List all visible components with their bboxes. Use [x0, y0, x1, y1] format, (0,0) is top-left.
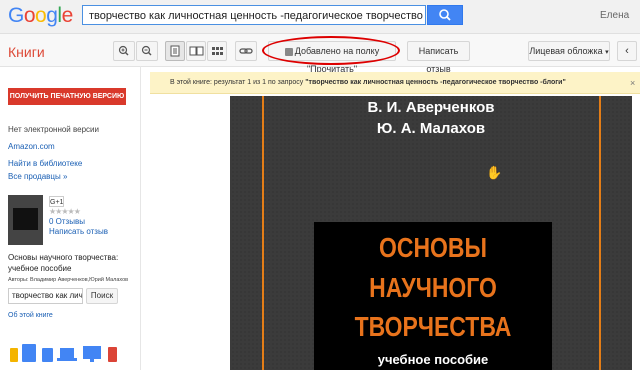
search-result-notice: В этой книге: результат 1 из 1 по запрос…: [150, 72, 640, 94]
cover-line-left: [262, 96, 264, 370]
close-icon[interactable]: ×: [630, 78, 635, 88]
highlight-annotation: [262, 36, 400, 65]
google-logo[interactable]: Google: [8, 4, 73, 28]
search-input[interactable]: творчество как личностная ценность -педа…: [82, 5, 426, 25]
two-page-button[interactable]: [186, 41, 206, 61]
gplus-button[interactable]: G+1: [49, 196, 64, 207]
search-icon: [439, 9, 451, 21]
hand-cursor-icon: ✋: [486, 165, 503, 180]
notice-prefix: В этой книге: результат 1 из 1 по запрос…: [170, 79, 306, 86]
zoom-in-button[interactable]: [113, 41, 135, 61]
link-icon: [239, 48, 253, 54]
phone-icon: [10, 348, 18, 362]
in-book-search-input[interactable]: творчество как личн: [8, 288, 83, 304]
cover-title-line3: ТВОРЧЕСТВА: [354, 311, 512, 342]
notice-query: "творчество как личностная ценность -пед…: [305, 79, 566, 86]
about-book-link[interactable]: Об этой книге: [8, 312, 53, 319]
tablet-icon: [22, 344, 36, 362]
chevron-down-icon: ▾: [605, 49, 609, 56]
thumbnail-view-button[interactable]: [207, 41, 227, 61]
laptop-icon: [57, 348, 77, 361]
reviews-link[interactable]: 0 Отзывы: [49, 217, 85, 226]
all-sellers-link[interactable]: Все продавцы »: [8, 172, 67, 181]
single-page-button[interactable]: [165, 41, 185, 61]
section-title[interactable]: Книги: [8, 44, 45, 60]
library-link[interactable]: Найти в библиотеке: [8, 159, 82, 168]
cover-author-1: В. И. Аверченков: [367, 99, 495, 116]
monitor-icon: [83, 346, 101, 362]
cover-select[interactable]: Лицевая обложка ▾: [528, 41, 610, 61]
device-icons: [8, 342, 128, 366]
zoom-out-button[interactable]: [136, 41, 158, 61]
book-thumbnail-detail: [13, 208, 38, 230]
rating-stars[interactable]: ★★★★★: [49, 207, 81, 216]
store-link[interactable]: Amazon.com: [8, 142, 55, 151]
ereader-icon: [42, 348, 53, 362]
write-review-button[interactable]: Написать отзыв: [407, 41, 470, 74]
in-book-search-button[interactable]: Поиск: [86, 288, 118, 304]
phone-red-icon: [108, 347, 117, 362]
cover-select-label: Лицевая обложка: [529, 46, 603, 56]
book-title-line1: Основы научного творчества:: [8, 253, 119, 262]
write-review-link[interactable]: Написать отзыв: [49, 227, 108, 236]
get-print-button[interactable]: ПОЛУЧИТЬ ПЕЧАТНУЮ ВЕРСИЮ: [8, 88, 126, 105]
user-name[interactable]: Елена: [600, 10, 629, 21]
search-button[interactable]: [427, 5, 463, 25]
book-title-line2: учебное пособие: [8, 264, 72, 273]
cover-title-line1: ОСНОВЫ: [379, 232, 487, 263]
chevron-left-icon: ‹: [625, 45, 629, 57]
grid-icon: [212, 47, 223, 55]
cover-title-line2: НАУЧНОГО: [369, 272, 497, 303]
cover-line-right: [599, 96, 601, 370]
cover-author-2: Ю. А. Малахов: [376, 120, 486, 137]
book-authors: Авторы: Владимир Аверченков,Юрий Малахов: [8, 277, 129, 283]
cover-subtitle: учебное пособие: [377, 352, 489, 367]
sidebar-divider: [140, 66, 141, 370]
single-page-icon: [170, 45, 180, 57]
no-ebook-text: Нет электронной версии: [8, 125, 99, 134]
two-page-icon: [189, 46, 204, 56]
zoom-in-icon: [118, 45, 129, 56]
link-button[interactable]: [235, 41, 257, 61]
zoom-out-icon: [141, 45, 152, 56]
previous-page-button[interactable]: ‹: [617, 41, 637, 61]
